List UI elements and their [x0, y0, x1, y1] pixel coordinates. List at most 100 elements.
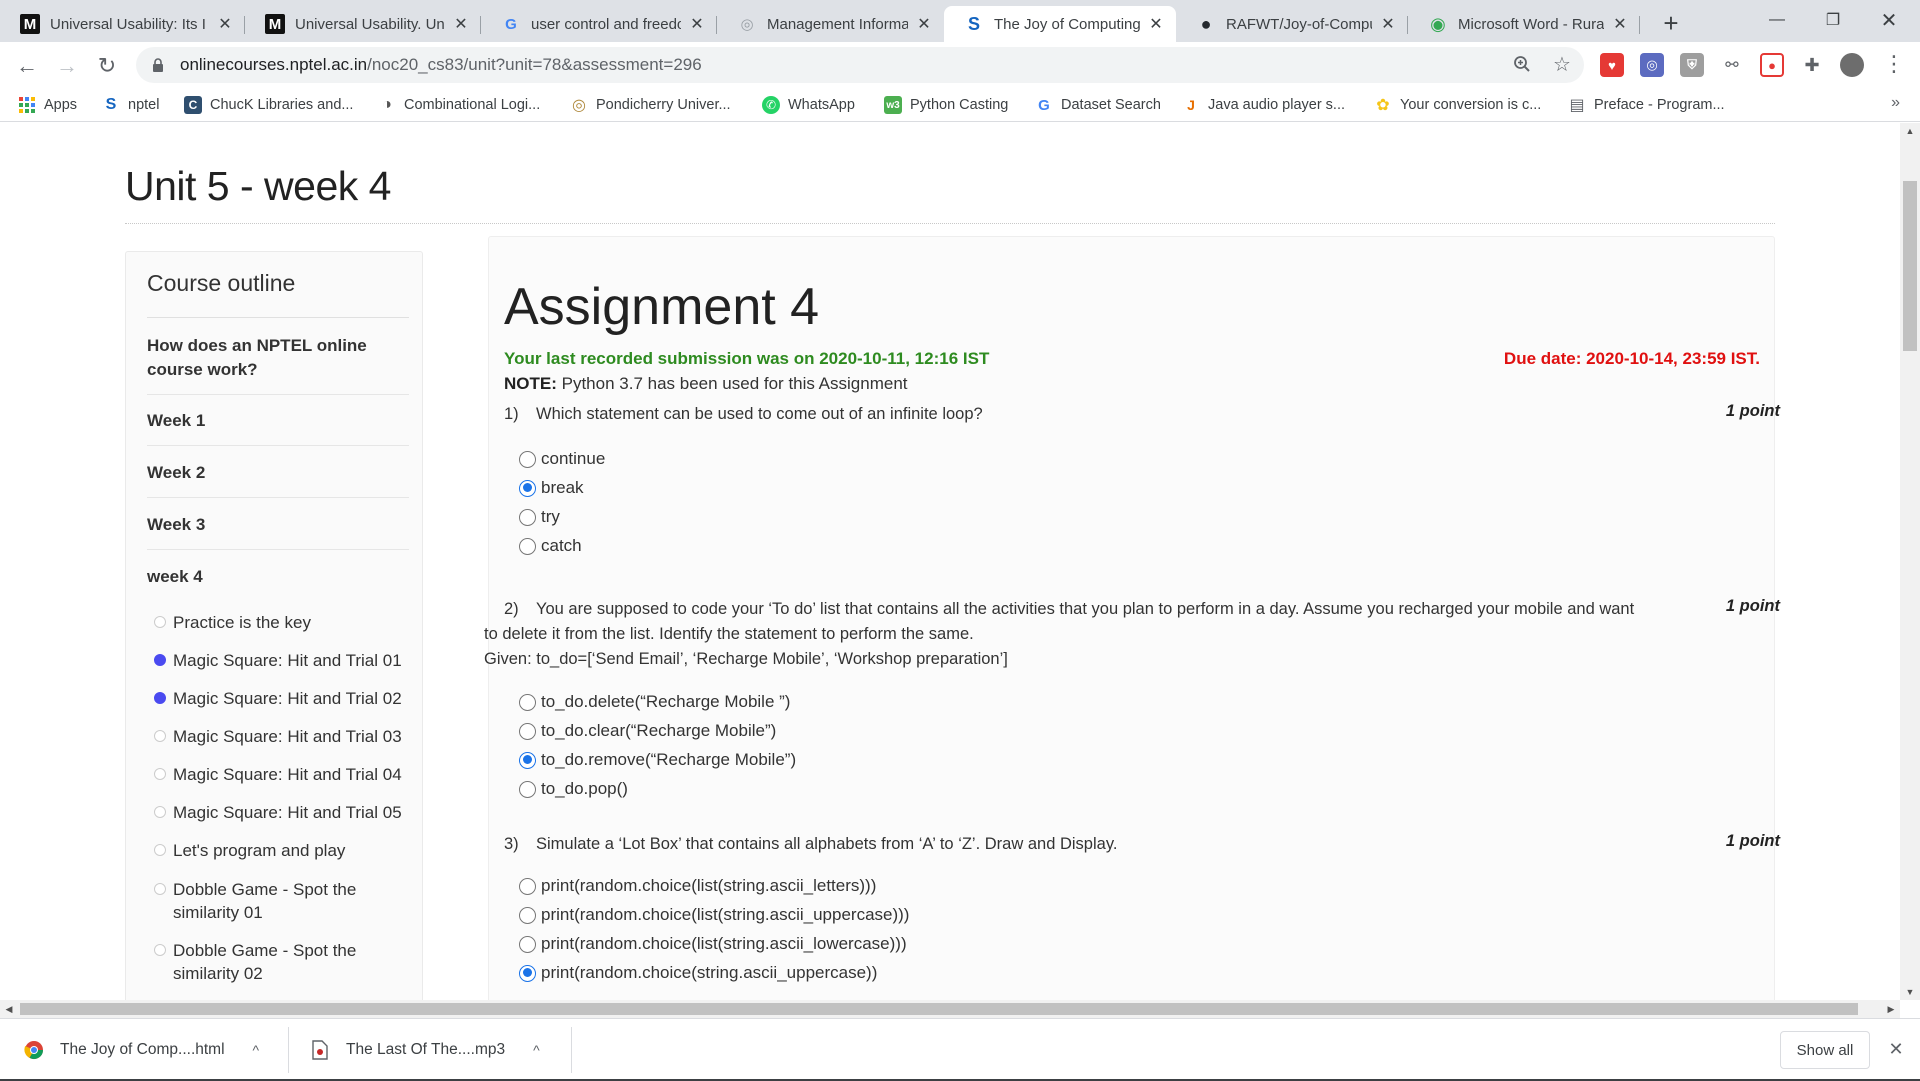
new-tab-button[interactable]: +: [1656, 8, 1686, 38]
answer-option[interactable]: to_do.remove(“Recharge Mobile”): [519, 748, 796, 772]
kebab-menu-icon[interactable]: ⋮: [1878, 48, 1910, 80]
bookmark-pondicherry-university[interactable]: ◎ Pondicherry Univer...: [570, 94, 731, 116]
answer-option[interactable]: print(random.choice(list(string.ascii_lo…: [519, 932, 907, 956]
answer-option[interactable]: print(random.choice(list(string.ascii_le…: [519, 874, 876, 898]
close-icon[interactable]: ✕: [1884, 1037, 1908, 1061]
close-icon[interactable]: ✕: [1378, 14, 1398, 34]
bookmark-combinational-logic[interactable]: ◑ Combinational Logi...: [378, 94, 540, 116]
bookmark-whatsapp[interactable]: ✆ WhatsApp: [762, 94, 855, 116]
answer-option[interactable]: to_do.pop(): [519, 777, 628, 801]
tab-universal-usability-1[interactable]: M Universal Usability: Its I ✕: [0, 6, 245, 42]
back-button[interactable]: ←: [10, 49, 44, 83]
note-text: Python 3.7 has been used for this Assign…: [556, 374, 908, 393]
address-bar[interactable]: onlinecourses.nptel.ac.in/noc20_cs83/uni…: [136, 47, 1584, 83]
scroll-up-arrow-icon[interactable]: ▲: [1900, 123, 1920, 139]
sidebar-subitem[interactable]: Magic Square: Hit and Trial 02: [154, 687, 409, 710]
radio-button[interactable]: [519, 450, 536, 468]
sidebar-item-week-3[interactable]: Week 3: [147, 513, 409, 550]
answer-option[interactable]: print(random.choice(string.ascii_upperca…: [519, 961, 877, 985]
radio-button[interactable]: [519, 479, 536, 497]
download-item[interactable]: The Joy of Comp....html ^: [24, 1019, 259, 1081]
sidebar-subitem[interactable]: Let's program and play: [154, 839, 409, 862]
answer-option[interactable]: continue: [519, 447, 605, 471]
last-submission-status: Your last recorded submission was on 202…: [504, 349, 990, 368]
tab-universal-usability-2[interactable]: M Universal Usability. Uni ✕: [245, 6, 481, 42]
radio-button[interactable]: [519, 935, 536, 953]
sidebar-item-week-1[interactable]: Week 1: [147, 409, 409, 446]
answer-option[interactable]: to_do.delete(“Recharge Mobile ”): [519, 690, 790, 714]
bookmark-star-icon[interactable]: ☆: [1546, 48, 1578, 80]
close-icon[interactable]: ✕: [914, 14, 934, 34]
close-icon[interactable]: ✕: [1610, 14, 1630, 34]
close-icon[interactable]: ✕: [215, 14, 235, 34]
bookmark-dataset-search[interactable]: G Dataset Search: [1035, 94, 1161, 116]
radio-button[interactable]: [519, 964, 536, 982]
restore-button[interactable]: ❐: [1810, 0, 1856, 40]
zoom-icon[interactable]: [1506, 48, 1538, 80]
bookmark-java-audio-player[interactable]: J Java audio player s...: [1182, 94, 1345, 116]
bookmark-python-casting[interactable]: w3 Python Casting: [884, 94, 1008, 116]
minimize-button[interactable]: —: [1754, 0, 1800, 40]
glasses-extension-icon[interactable]: ⚯: [1720, 53, 1744, 77]
bookmark-your-conversion[interactable]: ✿ Your conversion is c...: [1374, 94, 1541, 116]
radio-button[interactable]: [519, 722, 536, 740]
horizontal-scrollbar[interactable]: ◀ ▶: [0, 1000, 1900, 1018]
download-item[interactable]: The Last Of The....mp3 ^: [310, 1019, 540, 1081]
sidebar-item-week-4[interactable]: week 4: [147, 565, 409, 601]
window-close-button[interactable]: ✕: [1866, 0, 1912, 40]
tab-joy-of-computing[interactable]: S The Joy of Computing ✕: [944, 6, 1176, 42]
radio-button[interactable]: [519, 508, 536, 526]
bookmark-chuck-libraries[interactable]: C ChucK Libraries and...: [184, 94, 353, 116]
radio-button[interactable]: [519, 537, 536, 555]
close-icon[interactable]: ✕: [687, 14, 707, 34]
bookmark-nptel[interactable]: S nptel: [102, 94, 160, 116]
scroll-left-arrow-icon[interactable]: ◀: [0, 1000, 18, 1018]
answer-option[interactable]: break: [519, 476, 584, 500]
progress-dot-icon: [154, 654, 166, 666]
bookmark-preface-program[interactable]: ▤ Preface - Program...: [1568, 94, 1724, 116]
close-icon[interactable]: ✕: [451, 14, 471, 34]
extensions-puzzle-icon[interactable]: ✚: [1800, 53, 1824, 77]
tab-user-control[interactable]: G user control and freedo ✕: [481, 6, 717, 42]
vertical-scrollbar[interactable]: ▲ ▼: [1900, 123, 1920, 1000]
lock-icon[interactable]: [150, 57, 166, 73]
screen-capture-icon[interactable]: ●: [1760, 53, 1784, 77]
sidebar-subitem[interactable]: Dobble Game - Spot the similarity 02: [154, 939, 409, 985]
scroll-down-arrow-icon[interactable]: ▼: [1900, 984, 1920, 1000]
show-all-button[interactable]: Show all: [1780, 1031, 1870, 1069]
scrollbar-thumb[interactable]: [20, 1003, 1858, 1015]
tab-management-information[interactable]: ◎ Management Informati ✕: [717, 6, 944, 42]
profile-avatar[interactable]: [1840, 53, 1864, 77]
extension-icon[interactable]: ◎: [1640, 53, 1664, 77]
scrollbar-thumb[interactable]: [1903, 181, 1917, 351]
answer-option[interactable]: print(random.choice(list(string.ascii_up…: [519, 903, 909, 927]
tab-microsoft-word[interactable]: ◉ Microsoft Word - Rural ✕: [1408, 6, 1640, 42]
bookmark-apps[interactable]: Apps: [18, 94, 77, 116]
answer-option[interactable]: to_do.clear(“Recharge Mobile”): [519, 719, 776, 743]
sidebar-subitem[interactable]: Magic Square: Hit and Trial 04: [154, 763, 409, 786]
radio-button[interactable]: [519, 906, 536, 924]
sidebar-subitem[interactable]: Magic Square: Hit and Trial 03: [154, 725, 409, 748]
chevron-up-icon[interactable]: ^: [253, 1042, 260, 1058]
sidebar-subitem[interactable]: Dobble Game - Spot the similarity 01: [154, 878, 409, 924]
scroll-right-arrow-icon[interactable]: ▶: [1882, 1000, 1900, 1018]
radio-button[interactable]: [519, 693, 536, 711]
bookmarks-overflow-button[interactable]: »: [1891, 94, 1900, 112]
radio-button[interactable]: [519, 751, 536, 769]
reload-button[interactable]: ↻: [90, 49, 124, 83]
sidebar-subitem[interactable]: Magic Square: Hit and Trial 01: [154, 649, 409, 672]
forward-button[interactable]: →: [50, 49, 84, 83]
sidebar-item-how-nptel-works[interactable]: How does an NPTEL online course work?: [147, 334, 409, 395]
answer-option[interactable]: try: [519, 505, 560, 529]
radio-button[interactable]: [519, 877, 536, 895]
sidebar-subitem[interactable]: Magic Square: Hit and Trial 05: [154, 801, 409, 824]
chevron-up-icon[interactable]: ^: [533, 1042, 540, 1058]
radio-button[interactable]: [519, 780, 536, 798]
pocket-extension-icon[interactable]: ♥: [1600, 53, 1624, 77]
shield-extension-icon[interactable]: ⛨: [1680, 53, 1704, 77]
tab-github-joy-of-computing[interactable]: ● RAFWT/Joy-of-Compu ✕: [1176, 6, 1408, 42]
sidebar-subitem[interactable]: Practice is the key: [154, 611, 409, 634]
close-icon[interactable]: ✕: [1146, 14, 1166, 34]
answer-option[interactable]: catch: [519, 534, 582, 558]
sidebar-item-week-2[interactable]: Week 2: [147, 461, 409, 498]
